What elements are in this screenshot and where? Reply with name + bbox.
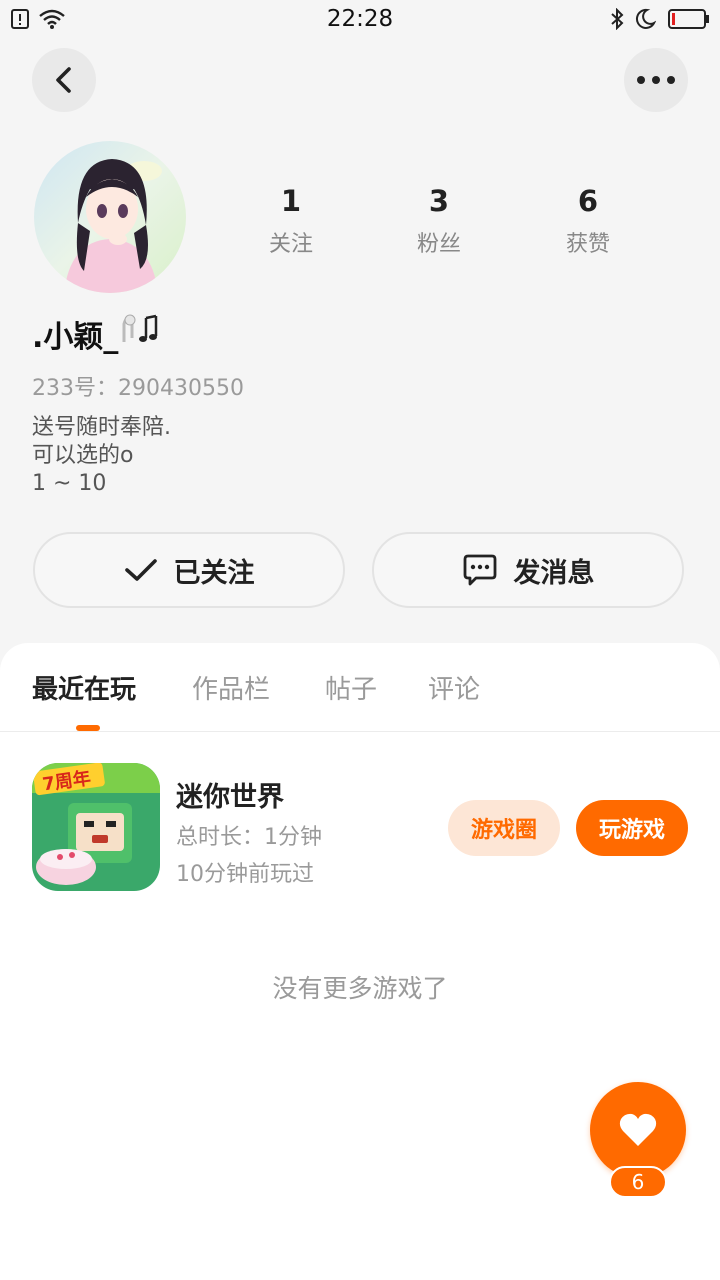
game-icon[interactable]: 7周年: [32, 763, 160, 891]
no-more-games-text: 没有更多游戏了: [272, 974, 448, 1003]
stat-label: 关注: [268, 232, 313, 257]
user-id: 233号：290430550: [32, 376, 244, 401]
more-button[interactable]: [624, 48, 688, 112]
followed-button[interactable]: 已关注: [33, 532, 345, 608]
stat-label: 获赞: [565, 232, 610, 257]
followed-label: 已关注: [173, 557, 255, 589]
tab-indicator: [76, 725, 100, 731]
chat-bubble-icon: [463, 554, 496, 586]
status-bar: 22:28: [0, 0, 720, 38]
bio-line: 送号随时奉陪.: [32, 415, 171, 440]
bio-line: 可以选的o: [32, 443, 134, 468]
username: .小颖_: [32, 312, 164, 356]
stat-followers[interactable]: 3 粉丝: [379, 184, 499, 258]
game-title[interactable]: 迷你世界: [176, 775, 284, 814]
message-label: 发消息: [513, 557, 595, 589]
stat-label: 粉丝: [416, 232, 461, 257]
stat-following[interactable]: 1 关注: [231, 184, 351, 258]
battery-icon: [668, 9, 710, 33]
play-game-button[interactable]: 玩游戏: [576, 800, 688, 856]
avatar[interactable]: [34, 141, 186, 293]
moon-icon: [634, 8, 657, 34]
chevron-left-icon: [56, 67, 71, 93]
tab-recent-play[interactable]: 最近在玩: [32, 669, 136, 706]
game-circle-button[interactable]: 游戏圈: [448, 800, 560, 856]
more-dots-icon: [637, 76, 675, 84]
stat-value: 1: [280, 184, 302, 218]
heart-icon: [619, 1113, 657, 1146]
back-button[interactable]: [32, 48, 96, 112]
bluetooth-icon: [608, 7, 626, 34]
tab-works[interactable]: 作品栏: [192, 669, 270, 706]
stat-likes[interactable]: 6 获赞: [528, 184, 648, 258]
bio: 送号随时奉陪. 可以选的o 1 ~ 10: [32, 414, 171, 498]
game-duration: 总时长：1分钟: [176, 825, 322, 850]
check-icon: [124, 559, 157, 581]
like-count-badge: 6: [609, 1166, 667, 1198]
tab-posts[interactable]: 帖子: [325, 669, 377, 706]
tab-bar: 最近在玩 作品栏 帖子 评论: [0, 643, 720, 732]
bio-line: 1 ~ 10: [32, 471, 107, 496]
like-fab-button[interactable]: [590, 1082, 686, 1178]
stat-value: 3: [428, 184, 450, 218]
message-button[interactable]: 发消息: [372, 532, 684, 608]
username-text: .小颖_: [32, 320, 119, 355]
stat-value: 6: [577, 184, 599, 218]
tab-comments[interactable]: 评论: [428, 669, 480, 706]
game-last-played: 10分钟前玩过: [176, 862, 314, 887]
earphones-icon: [120, 312, 164, 356]
